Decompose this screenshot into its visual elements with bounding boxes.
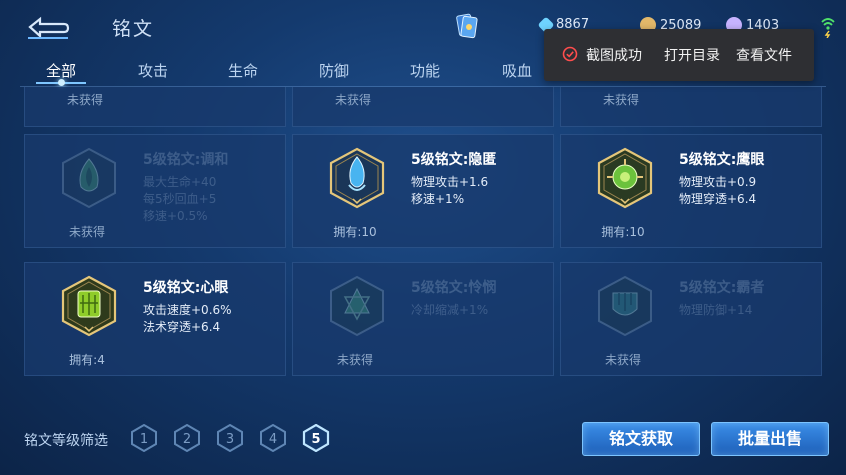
svg-text:5: 5 (311, 432, 320, 447)
card-title: 5级铭文:隐匿 (411, 152, 497, 168)
level-filter-label: 铭文等级筛选 (24, 433, 108, 449)
inscription-card-harmony[interactable]: 未获得 5级铭文:调和 最大生命+40 每5秒回血+5 移速+0.5% (24, 134, 286, 248)
obtain-inscription-button[interactable]: 铭文获取 (582, 422, 700, 456)
bulk-sell-button[interactable]: 批量出售 (711, 422, 829, 456)
overlord-inscription-icon (598, 275, 652, 337)
eagle-eye-inscription-icon (597, 147, 653, 209)
card-title: 5级铭文:调和 (143, 152, 229, 168)
harmony-inscription-icon (62, 147, 116, 209)
inscription-card-stealth[interactable]: 拥有:10 5级铭文:隐匿 物理攻击+1.6 移速+1% (292, 134, 554, 248)
card-attr: 物理攻击+1.6 (411, 175, 489, 189)
inscription-card-mind-eye[interactable]: 拥有:4 5级铭文:心眼 攻击速度+0.6% 法术穿透+6.4 (24, 262, 286, 376)
card-attr: 每5秒回血+5 (143, 192, 217, 206)
svg-text:3: 3 (226, 432, 234, 447)
card-title: 5级铭文:霸者 (679, 280, 765, 296)
view-file-link[interactable]: 查看文件 (736, 45, 792, 65)
level-4-button[interactable]: 4 (259, 424, 287, 452)
inscription-card-partial[interactable]: 未获得 (24, 87, 286, 127)
card-attr: 物理攻击+0.9 (679, 175, 757, 189)
svg-text:2: 2 (183, 432, 191, 447)
svg-text:4: 4 (269, 432, 277, 447)
inscription-card-overlord[interactable]: 未获得 5级铭文:霸者 物理防御+14 (560, 262, 822, 376)
card-status: 拥有:10 (601, 225, 645, 239)
card-attr: 法术穿透+6.4 (143, 320, 221, 334)
card-status: 未获得 (66, 93, 103, 107)
card-status: 未获得 (602, 93, 639, 107)
card-attr: 最大生命+40 (143, 175, 217, 189)
card-title: 5级铭文:心眼 (143, 280, 229, 296)
card-status: 拥有:10 (333, 225, 377, 239)
level-3-button[interactable]: 3 (216, 424, 244, 452)
check-circle-icon (562, 46, 578, 62)
inscription-card-eagle-eye[interactable]: 拥有:10 5级铭文:鹰眼 物理攻击+0.9 物理穿透+6.4 (560, 134, 822, 248)
level-1-button[interactable]: 1 (130, 424, 158, 452)
mercy-inscription-icon (330, 275, 384, 337)
card-title: 5级铭文:鹰眼 (679, 152, 765, 168)
card-attr: 攻击速度+0.6% (143, 303, 232, 317)
card-title: 5级铭文:怜悯 (411, 280, 497, 296)
inscription-card-partial[interactable]: 未获得 (292, 87, 554, 127)
card-status: 拥有:4 (69, 353, 105, 367)
card-attr: 移速+1% (411, 192, 465, 206)
screenshot-toast: 截图成功 打开目录 查看文件 (544, 29, 814, 81)
card-attr: 物理防御+14 (679, 303, 753, 317)
card-status: 未获得 (334, 93, 371, 107)
mind-eye-inscription-icon (61, 275, 117, 337)
inscription-card-mercy[interactable]: 未获得 5级铭文:怜悯 冷却缩减+1% (292, 262, 554, 376)
card-status: 未获得 (336, 353, 373, 367)
level-2-button[interactable]: 2 (173, 424, 201, 452)
open-directory-link[interactable]: 打开目录 (664, 45, 720, 65)
card-status: 未获得 (604, 353, 641, 367)
card-status: 未获得 (68, 225, 105, 239)
stealth-inscription-icon (329, 147, 385, 209)
svg-text:1: 1 (140, 432, 148, 447)
card-attr: 冷却缩减+1% (411, 303, 489, 317)
level-5-button[interactable]: 5 (302, 424, 330, 452)
toast-message: 截图成功 (586, 48, 642, 64)
card-attr: 移速+0.5% (143, 209, 208, 223)
card-attr: 物理穿透+6.4 (679, 192, 757, 206)
inscription-card-partial[interactable]: 未获得 (560, 87, 822, 127)
